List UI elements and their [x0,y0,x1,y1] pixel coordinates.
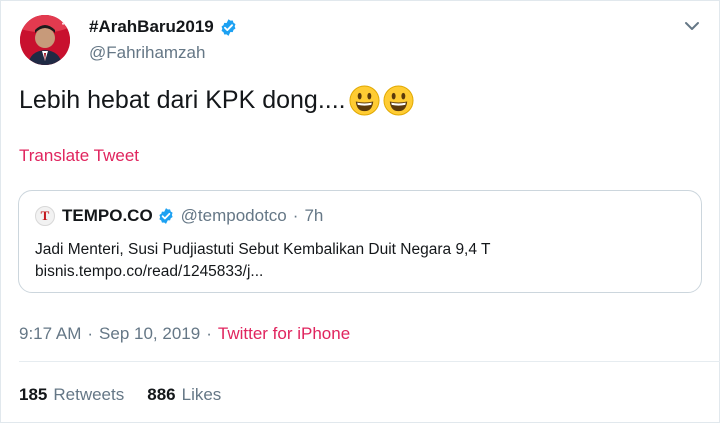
tweet-date[interactable]: Sep 10, 2019 [99,324,200,344]
retweets-label: Retweets [53,385,125,404]
quoted-tweet-text: Jadi Menteri, Susi Pudjiastuti Sebut Kem… [35,239,490,283]
display-name[interactable]: #ArahBaru2019 [89,17,214,37]
meta-separator: · [87,324,94,343]
tweet-body: Lebih hebat dari KPK dong.... [19,85,414,116]
tweet-source-link[interactable]: Twitter for iPhone [218,324,350,344]
likes-label: Likes [181,385,222,404]
quoted-text-line: Jadi Menteri, Susi Pudjiastuti Sebut Kem… [35,241,491,258]
quoted-display-name: TEMPO.CO [62,206,153,225]
author-handle[interactable]: @Fahrihamzah [89,43,205,63]
author-name-row: #ArahBaru2019 [89,17,238,37]
verified-badge-icon [159,208,173,224]
chevron-down-icon[interactable] [683,17,701,35]
avatar[interactable]: 4 [20,15,70,65]
retweets-count: 185 [19,385,48,404]
verified-badge-icon [221,18,236,36]
likes-stat[interactable]: 886 Likes [147,385,221,405]
smiley-icon [349,85,380,116]
quoted-tweet-header: T TEMPO.CO @tempodotco · 7h [35,206,323,226]
tweet-meta: 9:17 AM · Sep 10, 2019 · Twitter for iPh… [19,324,350,344]
retweets-stat[interactable]: 185 Retweets [19,385,124,405]
quoted-timestamp: 7h [304,206,324,225]
tweet-text: Lebih hebat dari KPK dong.... [19,86,346,114]
tweet-stats: 185 Retweets 886 Likes [19,385,221,405]
quoted-handle: @tempodotco [180,206,287,225]
likes-count: 886 [147,385,176,404]
translate-tweet-link[interactable]: Translate Tweet [19,146,139,166]
quoted-link-text: bisnis.tempo.co/read/1245833/j... [35,263,264,280]
tweet-time[interactable]: 9:17 AM [19,324,81,344]
quoted-separator: · [292,206,299,225]
tweet-card: 4 #ArahBaru2019 @Fahrihamzah Lebih hebat… [0,0,720,423]
avatar-image: 4 [20,15,70,65]
meta-separator: · [206,324,212,343]
smiley-icon [383,85,414,116]
divider [19,361,720,362]
avatar-badge: 4 [62,18,68,29]
quoted-tweet[interactable]: T TEMPO.CO @tempodotco · 7h Jadi Menteri… [18,190,702,293]
tempo-logo-icon: T [35,206,55,226]
